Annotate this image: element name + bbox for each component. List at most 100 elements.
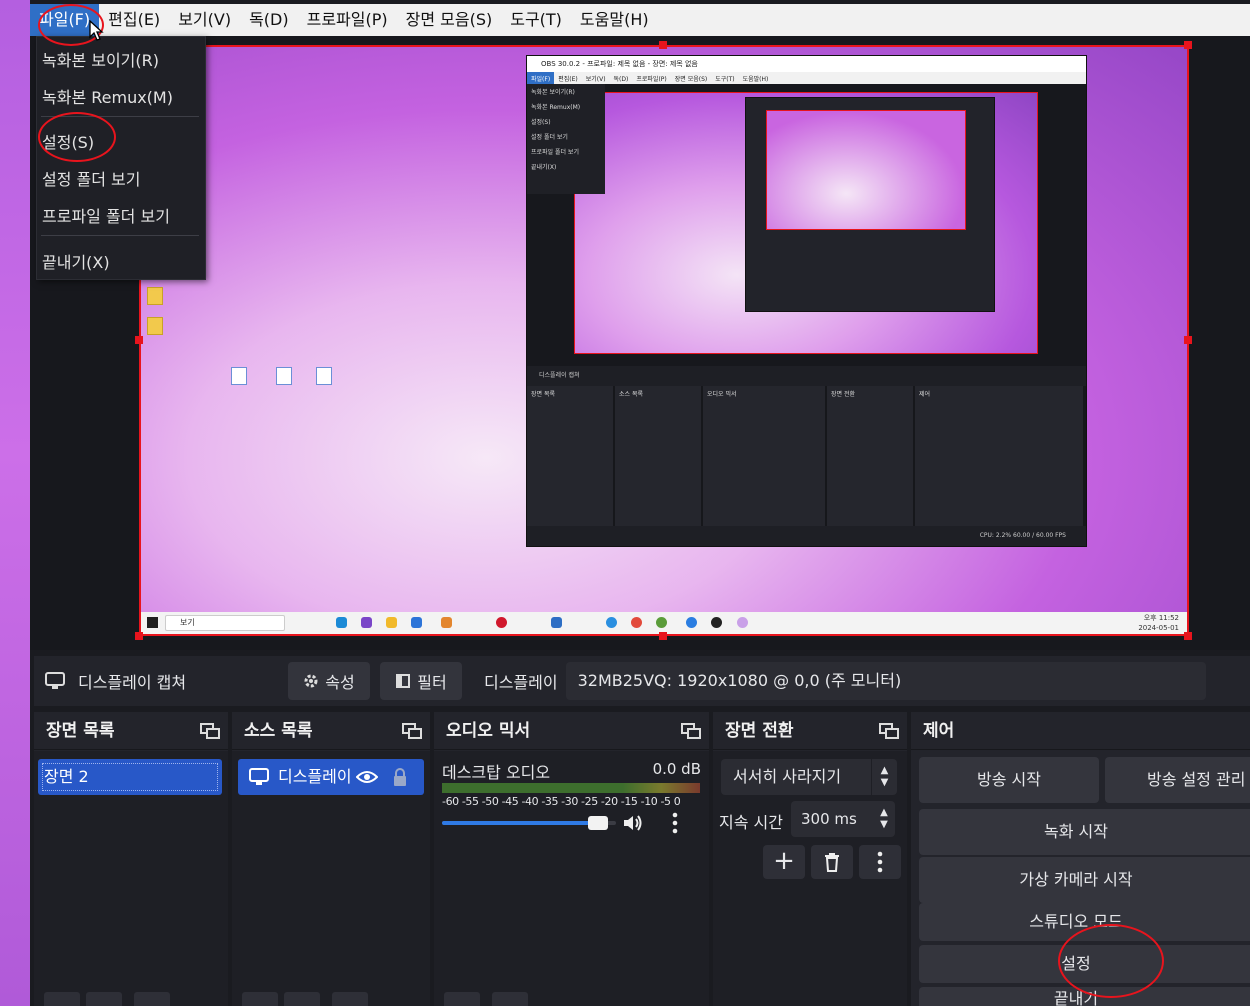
resize-handle[interactable] [1184, 336, 1192, 344]
menu-item-show-recordings[interactable]: 녹화본 보이기(R) [42, 47, 159, 71]
nested-source-bar: 디스플레이 캡쳐 [527, 366, 1086, 386]
store-icon[interactable] [411, 617, 422, 628]
word-document-icon[interactable] [276, 367, 292, 387]
properties-button[interactable]: 속성 [288, 662, 370, 700]
start-recording-button[interactable]: 녹화 시작 [919, 809, 1250, 855]
resize-handle[interactable] [135, 632, 143, 640]
start-streaming-button[interactable]: 방송 시작 [919, 757, 1099, 803]
explorer-icon[interactable] [386, 617, 397, 628]
nested-file-item: 프로파일 폴더 보기 [531, 149, 579, 156]
source-item[interactable]: 디스플레이 [238, 759, 424, 795]
word-document-icon[interactable] [316, 367, 332, 387]
display-capture-source[interactable]: OBS 30.0.2 - 프로파일: 제목 없음 - 장면: 제목 없음 파일(… [139, 45, 1189, 636]
nested-menu-bar: 파일(F) 편집(E) 보기(V) 독(D) 프로파일(P) 장면 모음(S) … [527, 72, 1086, 84]
scenes-list: 장면 2 [34, 751, 228, 1006]
transitions-body: 서서히 사라지기 ▲ ▼ 지속 시간 300 ms ▲ ▼ + [713, 751, 907, 1006]
volume-slider-knob[interactable] [588, 816, 609, 830]
eye-icon[interactable] [356, 769, 378, 785]
source-properties-button[interactable] [332, 992, 368, 1006]
search-app-icon[interactable] [441, 617, 452, 628]
lock-icon[interactable] [392, 767, 408, 787]
app-blue-icon[interactable] [606, 617, 617, 628]
transition-menu-button[interactable] [859, 845, 901, 879]
monitor-icon [249, 768, 269, 785]
volume-meter [442, 789, 700, 793]
obs-taskbar-icon[interactable] [711, 617, 722, 628]
resize-handle[interactable] [659, 41, 667, 49]
duration-label: 지속 시간 [719, 813, 783, 832]
start-virtual-camera-button[interactable]: 가상 카메라 시작 [919, 857, 1250, 903]
add-scene-button[interactable] [44, 992, 80, 1006]
nested-dock: 제어 [915, 386, 1083, 528]
resize-handle[interactable] [135, 336, 143, 344]
scene-item[interactable]: 장면 2 [38, 759, 222, 795]
chrome-icon[interactable] [656, 617, 667, 628]
menu-scene-collection[interactable]: 장면 모음(S) [397, 4, 502, 36]
windows-start-icon[interactable] [147, 617, 158, 628]
app-icon[interactable] [686, 617, 697, 628]
app-red-icon[interactable] [496, 617, 507, 628]
speaker-icon[interactable] [622, 813, 644, 833]
volume-slider-fill [442, 821, 603, 825]
controls-title: 제어 [911, 712, 1250, 750]
menu-view[interactable]: 보기(V) [169, 4, 240, 36]
word-document-icon[interactable] [231, 367, 247, 387]
remove-transition-button[interactable] [811, 845, 853, 879]
taskbar-clock[interactable]: 오후 11:52 2024-05-01 [1138, 613, 1179, 633]
stream-settings-button[interactable]: 방송 설정 관리 [1105, 757, 1250, 803]
undock-icon[interactable] [681, 723, 701, 739]
menu-item-profile-folder[interactable]: 프로파일 폴더 보기 [42, 203, 170, 227]
mixer-level: 0.0 dB [652, 760, 701, 778]
filters-button[interactable]: 필터 [380, 662, 462, 700]
more-options-icon[interactable] [668, 811, 682, 835]
duration-spinbox[interactable]: 300 ms ▲ ▼ [791, 801, 895, 837]
monitor-icon [45, 672, 65, 689]
scene-filters-button[interactable] [134, 992, 170, 1006]
gear-icon [304, 674, 318, 688]
desktop-folder-icon[interactable] [147, 287, 163, 307]
annotation-circle-settings-button [1058, 924, 1164, 998]
sources-list: 디스플레이 [232, 751, 430, 1006]
menu-profile[interactable]: 프로파일(P) [298, 4, 397, 36]
mixer-settings-button[interactable] [444, 992, 480, 1006]
menu-tools[interactable]: 도구(T) [501, 4, 571, 36]
display-select[interactable]: 32MB25VQ: 1920x1080 @ 0,0 (주 모니터) [565, 662, 1206, 700]
menu-edit[interactable]: 편집(E) [99, 4, 169, 36]
volume-slider[interactable] [442, 816, 616, 830]
scene-item-label: 장면 2 [44, 767, 89, 786]
desktop-background-strip [0, 0, 30, 1006]
menu-item-settings-folder[interactable]: 설정 폴더 보기 [42, 166, 141, 190]
meter-scale: -60 -55 -50 -45 -40 -35 -30 -25 -20 -15 … [442, 795, 681, 808]
undock-icon[interactable] [200, 723, 220, 739]
transition-select-value: 서서히 사라지기 [733, 767, 842, 786]
spin-arrows-icon[interactable]: ▲ ▼ [873, 801, 895, 831]
teams-icon[interactable] [361, 617, 372, 628]
obs-window: 파일(F) 편집(E) 보기(V) 독(D) 프로파일(P) 장면 모음(S) … [30, 0, 1250, 1006]
resize-handle[interactable] [659, 632, 667, 640]
app-icon[interactable] [737, 617, 748, 628]
preview-area[interactable]: OBS 30.0.2 - 프로파일: 제목 없음 - 장면: 제목 없음 파일(… [30, 36, 1250, 650]
windows-taskbar: 보기 오후 11:52 2024-05-01 [141, 612, 1187, 634]
remove-source-button[interactable] [284, 992, 320, 1006]
menu-docks[interactable]: 독(D) [240, 4, 298, 36]
chrome-icon[interactable] [631, 617, 642, 628]
taskbar-search[interactable]: 보기 [165, 615, 285, 631]
remove-scene-button[interactable] [86, 992, 122, 1006]
mouse-cursor-icon [89, 20, 104, 41]
recursive-capture [766, 110, 966, 230]
menu-item-remux[interactable]: 녹화본 Remux(M) [42, 84, 173, 108]
properties-label: 속성 [325, 673, 355, 692]
outlook-icon[interactable] [551, 617, 562, 628]
menu-item-exit[interactable]: 끝내기(X) [42, 249, 110, 273]
add-transition-button[interactable]: + [763, 845, 805, 879]
resize-handle[interactable] [1184, 41, 1192, 49]
undock-icon[interactable] [402, 723, 422, 739]
mixer-menu-button[interactable] [492, 992, 528, 1006]
transition-select[interactable]: 서서히 사라지기 ▲ ▼ [721, 759, 897, 795]
edge-icon[interactable] [336, 617, 347, 628]
desktop-folder-icon[interactable] [147, 317, 163, 337]
undock-icon[interactable] [879, 723, 899, 739]
resize-handle[interactable] [1184, 632, 1192, 640]
add-source-button[interactable] [242, 992, 278, 1006]
menu-help[interactable]: 도움말(H) [571, 4, 658, 36]
